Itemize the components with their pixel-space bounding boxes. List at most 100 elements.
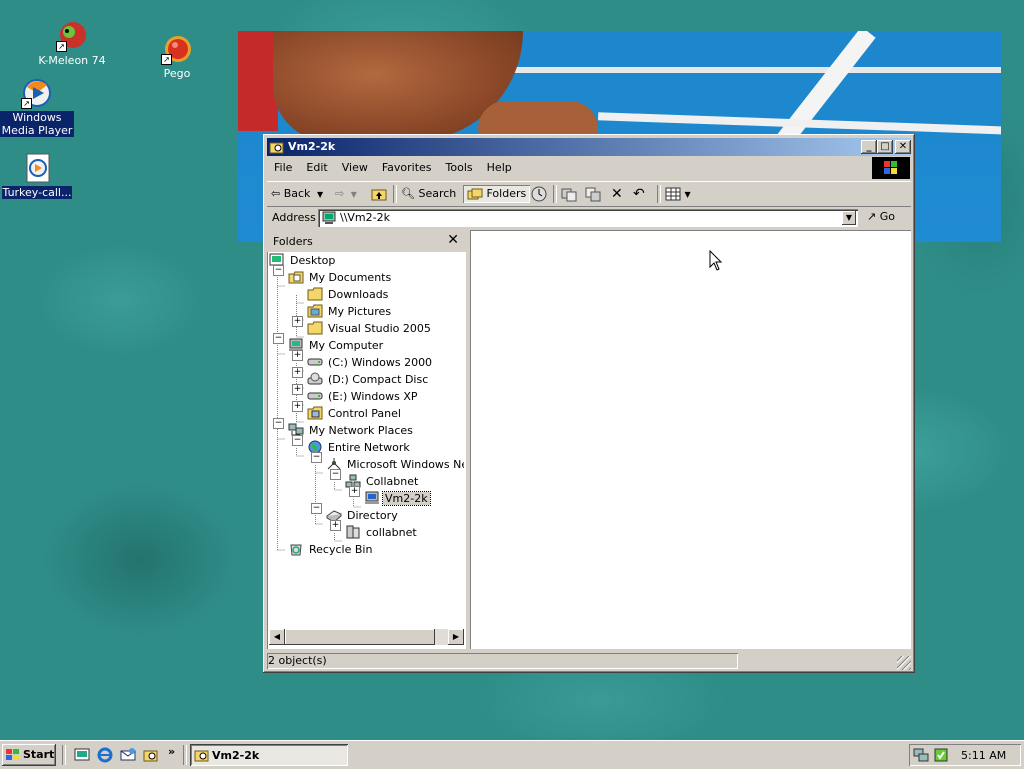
tree-item-recycle-bin[interactable]: Recycle Bin [288, 541, 374, 558]
start-label: Start [23, 748, 55, 761]
desktop-icon-label: Pego [163, 67, 191, 80]
scrollbar-thumb[interactable] [285, 629, 435, 645]
folders-pane: Folders ✕ Desktop − My Documents Downloa… [267, 230, 466, 649]
desktop-icon-windows-media-player[interactable]: ↗ Windows Media Player [0, 77, 74, 137]
scroll-right-button[interactable]: ▶ [448, 629, 464, 645]
taskbar-button-vm2-2k[interactable]: Vm2-2k [190, 744, 348, 766]
expand-d-drive[interactable]: + [292, 367, 303, 378]
expand-e-drive[interactable]: + [292, 384, 303, 395]
security-shield-icon[interactable] [933, 747, 949, 763]
menu-edit[interactable]: Edit [299, 158, 334, 178]
chevron-down-icon[interactable]: ▼ [317, 190, 323, 199]
folders-horizontal-scrollbar[interactable]: ◀ ▶ [269, 629, 464, 645]
move-to-icon [561, 188, 577, 202]
collapse-ms-windows-network[interactable]: − [311, 452, 322, 463]
folders-label: Folders [486, 187, 527, 200]
resize-grip[interactable] [897, 656, 911, 670]
menu-tools[interactable]: Tools [439, 158, 480, 178]
internet-explorer-quicklaunch[interactable] [97, 747, 113, 763]
back-button[interactable]: ⇦ Back ▼ [271, 185, 323, 203]
folders-pane-close-button[interactable]: ✕ [447, 232, 459, 248]
close-button[interactable]: ✕ [895, 140, 911, 154]
network-connection-icon[interactable] [913, 747, 929, 763]
collapse-entire-network[interactable]: − [292, 435, 303, 446]
up-folder-button[interactable] [371, 185, 387, 203]
desktop-icon-pego[interactable]: ↗ Pego [140, 33, 214, 80]
views-button[interactable]: ▼ [665, 185, 691, 203]
address-field[interactable]: \\Vm2-2k ▼ [318, 209, 858, 227]
history-button[interactable] [531, 185, 547, 203]
menu-view[interactable]: View [335, 158, 375, 178]
mouse-cursor-icon [709, 250, 723, 271]
expand-c-drive[interactable]: + [292, 350, 303, 361]
folders-button[interactable]: Folders [463, 185, 531, 203]
control-panel-icon [307, 406, 323, 420]
tree-item-my-network-places[interactable]: My Network Places [288, 422, 415, 439]
collapse-collabnet[interactable]: − [330, 469, 341, 480]
tree-item-microsoft-windows-network[interactable]: Microsoft Windows Network [326, 456, 464, 473]
chevron-down-icon[interactable]: ▼ [351, 190, 357, 199]
search-button[interactable]: 🔍︎ Search [401, 185, 456, 203]
folder-tree: Desktop − My Documents Downloads My Pict… [267, 252, 464, 627]
collapse-my-computer[interactable]: − [273, 333, 284, 344]
menu-bar: File Edit View Favorites Tools Help [267, 158, 872, 178]
forward-button[interactable]: ⇨ ▼ [335, 185, 357, 203]
tree-item-downloads[interactable]: Downloads [307, 286, 390, 303]
expand-control-panel[interactable]: + [292, 401, 303, 412]
delete-button[interactable]: ✕ [611, 185, 623, 203]
desktop-icon-label: Turkey-call... [1, 186, 73, 199]
address-dropdown-button[interactable]: ▼ [842, 211, 856, 225]
go-label: Go [879, 210, 895, 223]
menu-file[interactable]: File [267, 158, 299, 178]
expand-vm2-2k[interactable]: + [349, 486, 360, 497]
menu-help[interactable]: Help [480, 158, 519, 178]
folders-icon [467, 188, 483, 200]
system-tray: 5:11 AM [909, 744, 1021, 766]
expand-visual-studio[interactable]: + [292, 316, 303, 327]
tree-item-my-documents[interactable]: My Documents [288, 269, 393, 286]
undo-button[interactable]: ↶ [633, 185, 645, 203]
media-player-icon: ↗ [21, 77, 53, 109]
hard-drive-icon [307, 389, 323, 403]
taskbar-button-label: Vm2-2k [212, 749, 260, 762]
copy-to-button[interactable] [585, 185, 601, 203]
collapse-my-documents[interactable]: − [273, 265, 284, 276]
tree-item-e-drive[interactable]: (E:) Windows XP [307, 388, 420, 405]
address-label: Address [272, 211, 316, 224]
maximize-button[interactable]: □ [877, 140, 893, 154]
show-desktop-quicklaunch[interactable] [74, 747, 90, 763]
desktop-icon-k-meleon[interactable]: ↗ K-Meleon 74 [35, 20, 109, 67]
views-grid-icon [665, 187, 681, 201]
windows-logo [872, 157, 910, 179]
tree-item-visual-studio-2005[interactable]: Visual Studio 2005 [307, 320, 433, 337]
clock[interactable]: 5:11 AM [961, 749, 1006, 762]
title-bar[interactable]: Vm2-2k _ □ ✕ [267, 138, 911, 156]
file-list-pane[interactable] [470, 230, 911, 649]
desktop-icon-label: K-Meleon 74 [38, 54, 106, 67]
desktop-icon-turkey-call[interactable]: Turkey-call... [0, 152, 74, 199]
go-button[interactable]: ↗ Go [867, 210, 895, 223]
move-to-button[interactable] [561, 185, 577, 203]
tree-item-c-drive[interactable]: (C:) Windows 2000 [307, 354, 434, 371]
forward-arrow-icon: ⇨ [335, 187, 345, 200]
chevron-down-icon[interactable]: ▼ [685, 190, 691, 199]
tree-item-control-panel[interactable]: Control Panel [307, 405, 403, 422]
up-folder-icon [371, 189, 387, 201]
quicklaunch-chevron[interactable]: » [168, 745, 175, 758]
minimize-button[interactable]: _ [861, 140, 877, 154]
tree-item-entire-network[interactable]: Entire Network [307, 439, 412, 456]
start-button[interactable]: Start [2, 744, 56, 766]
toolbar: ⇦ Back ▼ ⇨ ▼ 🔍︎ Search Folders ✕ ↶ ▼ [267, 181, 911, 206]
internet-explorer-icon [97, 747, 113, 763]
collapse-directory[interactable]: − [311, 503, 322, 514]
tree-item-collabnet-directory[interactable]: collabnet [345, 524, 419, 541]
outlook-express-quicklaunch[interactable] [120, 747, 136, 763]
tree-item-d-drive[interactable]: (D:) Compact Disc [307, 371, 430, 388]
menu-favorites[interactable]: Favorites [375, 158, 439, 178]
tree-item-my-pictures[interactable]: My Pictures [307, 303, 393, 320]
explorer-quicklaunch[interactable] [143, 747, 159, 763]
expand-collabnet-directory[interactable]: + [330, 520, 341, 531]
tree-item-vm2-2k[interactable]: Vm2-2k [364, 490, 431, 507]
collapse-my-network-places[interactable]: − [273, 418, 284, 429]
scroll-left-button[interactable]: ◀ [269, 629, 285, 645]
